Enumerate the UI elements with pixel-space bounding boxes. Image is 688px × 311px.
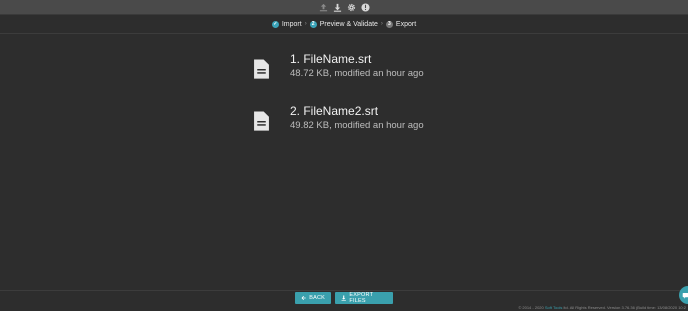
chat-icon xyxy=(682,292,688,299)
file-name: 1. FileName.srt xyxy=(290,52,372,66)
step-export-label: Export xyxy=(395,20,417,28)
arrow-left-icon xyxy=(301,295,306,301)
step-preview-validate[interactable]: 2 Preview & Validate xyxy=(309,20,378,28)
list-item[interactable]: 1. FileName.srt 48.72 KB, modified an ho… xyxy=(253,52,424,80)
list-item[interactable]: 2. FileName2.srt 49.82 KB, modified an h… xyxy=(253,104,424,132)
footer-actions: BACK EXPORT FILES xyxy=(0,292,688,304)
step-export[interactable]: 3 Export xyxy=(385,20,417,28)
step-preview-label: Preview & Validate xyxy=(319,20,378,28)
back-button[interactable]: BACK xyxy=(295,292,331,304)
step-import[interactable]: ✓ Import xyxy=(271,20,302,28)
info-icon[interactable] xyxy=(360,2,370,12)
step-export-badge: 3 xyxy=(385,20,393,28)
export-files-button[interactable]: EXPORT FILES xyxy=(335,292,393,304)
step-preview-badge: 2 xyxy=(309,20,317,28)
file-meta: 48.72 KB, modified an hour ago xyxy=(290,68,424,79)
document-icon xyxy=(253,58,270,80)
top-toolbar xyxy=(0,0,688,15)
step-separator: › xyxy=(304,21,307,27)
document-icon xyxy=(253,110,270,132)
download-icon[interactable] xyxy=(333,3,342,12)
company-link[interactable]: Soft Tools xyxy=(545,305,563,310)
step-import-label: Import xyxy=(281,20,302,28)
file-name: 2. FileName2.srt xyxy=(290,104,379,118)
file-list: 1. FileName.srt 48.72 KB, modified an ho… xyxy=(0,33,688,291)
gear-icon[interactable] xyxy=(347,3,356,12)
upload-icon[interactable] xyxy=(319,3,328,12)
export-files-button-label: EXPORT FILES xyxy=(349,292,374,304)
back-button-label: BACK xyxy=(309,295,325,301)
file-meta: 49.82 KB, modified an hour ago xyxy=(290,120,424,131)
wizard-steps: ✓ Import › 2 Preview & Validate › 3 Expo… xyxy=(0,17,688,31)
copyright-text: © 2014 - 2020 Soft Tools ltd. All Rights… xyxy=(518,305,686,310)
step-separator: › xyxy=(380,21,383,27)
step-import-badge: ✓ xyxy=(271,20,279,28)
download-icon xyxy=(341,295,346,301)
